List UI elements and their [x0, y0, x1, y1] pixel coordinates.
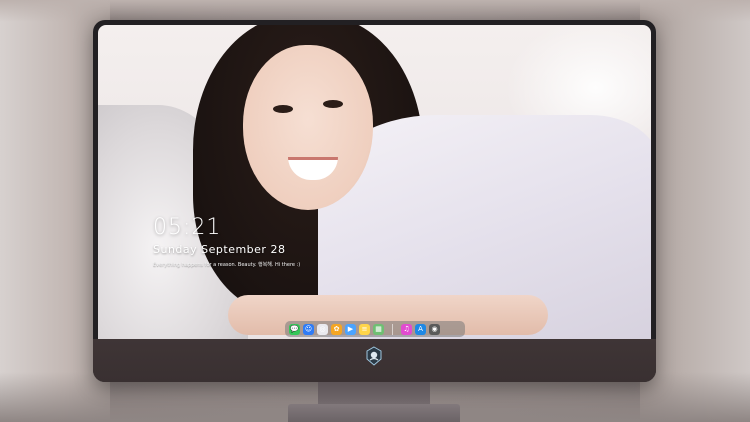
safari-icon[interactable]: ◎	[317, 323, 328, 335]
photos-icon[interactable]: ✿	[331, 323, 342, 335]
notes-icon[interactable]: ≡	[359, 323, 370, 335]
finder-icon[interactable]: ☺	[303, 323, 314, 335]
app-store-icon[interactable]: A	[415, 323, 426, 335]
lockscreen-quote: Everything happens for a reason. Beauty.…	[153, 262, 301, 268]
background-blur-right	[640, 0, 750, 422]
wallpaper-face	[243, 45, 373, 210]
wallpaper-eye	[273, 105, 293, 113]
monitor-stand-base	[288, 404, 460, 422]
messages-icon[interactable]: 💬	[289, 323, 300, 335]
videos-icon[interactable]: ▶	[345, 323, 356, 335]
wallpaper-eye	[323, 100, 343, 108]
lockscreen[interactable]: 05:21 Sunday September 28 Everything hap…	[98, 25, 651, 339]
monitor: 05:21 Sunday September 28 Everything hap…	[93, 20, 656, 382]
lockscreen-date: Sunday September 28	[153, 243, 286, 256]
brand-logo-icon	[366, 346, 382, 366]
monitor-chin	[93, 339, 656, 382]
camera-icon[interactable]: ◉	[429, 323, 440, 335]
wallpaper-smile	[288, 157, 338, 180]
monitor-stand-neck	[318, 382, 430, 404]
background-blur-top	[0, 0, 750, 22]
music-icon[interactable]: ♫	[401, 323, 412, 335]
preview-icon[interactable]: ▦	[373, 323, 384, 335]
dock: 💬 ☺ ◎ ✿ ▶ ≡ ▦ ♫ A ◉	[285, 321, 465, 337]
dock-separator	[392, 323, 393, 335]
lockscreen-clock: 05:21	[153, 215, 222, 240]
